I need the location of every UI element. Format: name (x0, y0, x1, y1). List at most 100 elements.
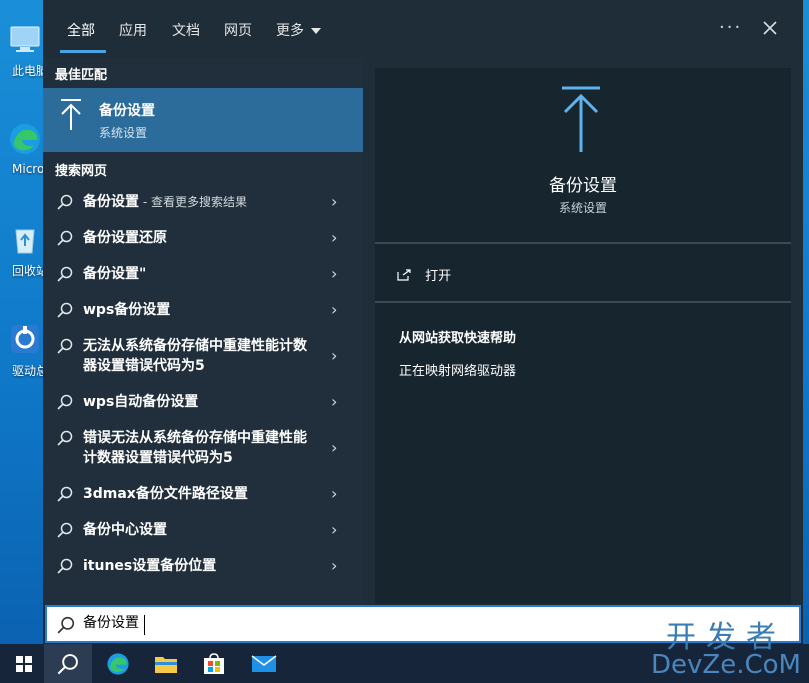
backup-arrow-icon (61, 99, 81, 130)
edge-icon (10, 124, 40, 154)
recycle-bin-icon (15, 229, 35, 254)
start-button[interactable] (0, 644, 48, 683)
search-icon (57, 338, 73, 354)
web-result-text: itunes设置备份位置 (83, 558, 217, 574)
chevron-right-icon: › (331, 392, 338, 411)
search-icon (57, 302, 73, 318)
text-caret (144, 615, 145, 635)
windows-start-icon (16, 655, 32, 672)
divider (375, 242, 791, 244)
backup-arrow-icon (562, 86, 600, 152)
open-action[interactable]: 打开 (397, 265, 451, 284)
search-input[interactable] (83, 614, 683, 630)
desktop-icon-label: 此电脑 (12, 64, 44, 78)
web-result-text: 备份设置 - 查看更多搜索结果 (83, 192, 313, 212)
web-result-text: 无法从系统备份存储中重建性能计数器设置错误代码为5 (83, 338, 307, 374)
web-result-row[interactable]: itunes设置备份位置 › (43, 556, 363, 578)
chevron-right-icon: › (331, 484, 338, 503)
search-icon (57, 486, 73, 502)
preview-subtitle: 系统设置 (558, 201, 607, 215)
watermark-line2: DevZe.CoM (651, 650, 801, 680)
preview-pane: 备份设置 系统设置 打开 从网站获取快速帮助 正在映射网络驱动器 (375, 68, 791, 604)
search-icon (57, 522, 73, 538)
best-match-subtitle: 系统设置 (99, 126, 148, 140)
web-result-text: 备份设置" (83, 266, 147, 282)
help-heading: 从网站获取快速帮助 (399, 331, 517, 346)
desktop-icon-computer[interactable]: 此电脑 (0, 22, 44, 79)
close-icon[interactable] (763, 21, 777, 35)
web-result-text: 备份中心设置 (83, 522, 167, 538)
preview-title: 备份设置 (549, 176, 617, 196)
filter-tabs: 全部 应用 文档 网页 更多 ··· (43, 0, 803, 58)
help-link[interactable]: 正在映射网络驱动器 (399, 360, 516, 379)
edge-icon (107, 652, 129, 675)
open-label: 打开 (425, 269, 452, 284)
taskbar-edge[interactable] (94, 644, 142, 683)
driver-tool-icon (11, 325, 39, 353)
web-result-row[interactable]: wps自动备份设置 › (43, 392, 363, 414)
desktop-icon-driver-tool[interactable]: 驱动总裁 (0, 322, 44, 379)
chevron-right-icon: › (331, 556, 338, 575)
web-result-row[interactable]: 3dmax备份文件路径设置 › (43, 484, 363, 506)
search-panel: 全部 应用 文档 网页 更多 ··· 最佳匹配 备份设置 系统设置 搜索网页 备… (43, 0, 803, 644)
tab-documents[interactable]: 文档 (172, 20, 200, 40)
web-result-query: 备份设置 (83, 194, 139, 210)
chevron-right-icon: › (331, 346, 338, 365)
web-result-text: 备份设置还原 (83, 230, 167, 246)
computer-icon (10, 26, 40, 52)
site-watermark: 开发者 DevZe.CoM (651, 612, 801, 680)
taskbar-mail[interactable] (240, 644, 288, 683)
desktop-icon-edge[interactable]: Microsoft Edge (0, 122, 44, 176)
taskbar-search-button[interactable] (44, 644, 92, 683)
chevron-right-icon: › (331, 264, 338, 283)
chevron-right-icon: › (331, 228, 338, 247)
web-result-row[interactable]: 备份中心设置 › (43, 520, 363, 542)
web-result-text: 错误无法从系统备份存储中重建性能计数器设置错误代码为5 (83, 430, 307, 466)
divider (375, 301, 791, 303)
chevron-right-icon: › (331, 300, 338, 319)
search-icon (57, 616, 75, 634)
web-result-row[interactable]: 备份设置" › (43, 264, 363, 286)
search-icon (57, 653, 78, 674)
tab-more-label: 更多 (276, 23, 304, 39)
search-icon (57, 394, 73, 410)
search-icon (57, 266, 73, 282)
open-external-icon (397, 269, 411, 281)
ellipsis-icon[interactable]: ··· (719, 17, 742, 38)
web-result-row[interactable]: 备份设置还原 › (43, 228, 363, 250)
web-result-row[interactable]: 无法从系统备份存储中重建性能计数器设置错误代码为5 › (43, 336, 363, 378)
tab-web[interactable]: 网页 (224, 20, 252, 40)
web-search-heading: 搜索网页 (55, 164, 108, 179)
web-result-row[interactable]: wps备份设置 › (43, 300, 363, 322)
tab-more[interactable]: 更多 (276, 20, 322, 40)
tab-apps[interactable]: 应用 (119, 20, 147, 40)
search-icon (57, 430, 73, 446)
chevron-down-icon (311, 28, 322, 34)
web-result-row[interactable]: 错误无法从系统备份存储中重建性能计数器设置错误代码为5 › (43, 428, 363, 470)
store-icon (204, 652, 224, 674)
search-icon (57, 194, 73, 210)
web-result-row[interactable]: 备份设置 - 查看更多搜索结果 › (43, 192, 363, 214)
search-icon (57, 558, 73, 574)
best-match-item[interactable]: 备份设置 系统设置 (43, 88, 363, 152)
chevron-right-icon: › (331, 520, 338, 539)
chevron-right-icon: › (331, 192, 338, 211)
tab-all[interactable]: 全部 (67, 20, 95, 40)
desktop-icon-label: 回收站 (12, 264, 44, 278)
best-match-heading: 最佳匹配 (55, 68, 108, 83)
best-match-title: 备份设置 (99, 103, 155, 119)
active-tab-indicator (60, 50, 106, 53)
desktop-icon-label: 驱动总裁 (12, 364, 44, 378)
desktop-icon-label: Microsoft Edge (12, 162, 44, 176)
web-result-hint: - 查看更多搜索结果 (139, 195, 247, 209)
desktop-icon-recycle-bin[interactable]: 回收站 (0, 222, 44, 279)
taskbar-store[interactable] (190, 644, 238, 683)
web-result-text: wps自动备份设置 (83, 394, 199, 410)
search-icon (57, 230, 73, 246)
taskbar-file-explorer[interactable] (142, 644, 190, 683)
web-result-text: 3dmax备份文件路径设置 (83, 486, 248, 502)
file-explorer-icon (155, 656, 177, 673)
mail-icon (251, 654, 277, 672)
chevron-right-icon: › (331, 438, 338, 457)
web-result-text: wps备份设置 (83, 302, 171, 318)
